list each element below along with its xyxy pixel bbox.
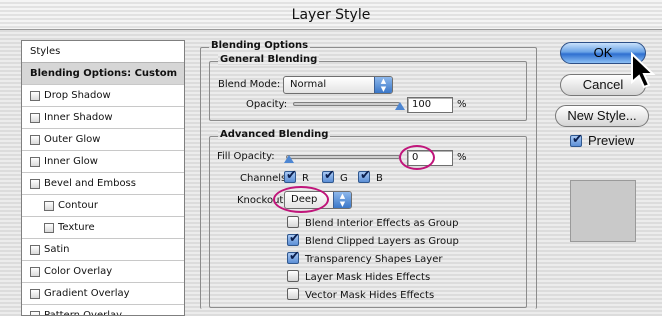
opacity-slider-track[interactable]	[293, 102, 400, 106]
fill-opacity-slider-thumb[interactable]	[284, 155, 294, 163]
channel-b-label: B	[376, 173, 383, 184]
style-item-label: Drop Shadow	[44, 89, 111, 101]
channel-g-checkbox[interactable]: ✔	[322, 168, 335, 183]
style-item-bevel-emboss[interactable]: Bevel and Emboss	[22, 173, 184, 195]
style-item-pattern-overlay[interactable]: Pattern Overlay	[22, 305, 184, 316]
checkbox[interactable]	[30, 178, 40, 189]
transparency-shapes-label: Transparency Shapes Layer	[305, 254, 443, 265]
popup-arrows-icon: ▲ ▼	[374, 77, 392, 93]
style-item-label: Texture	[58, 221, 95, 233]
check-icon: ✔	[572, 132, 583, 147]
blending-options-title: Blending Options	[209, 40, 311, 51]
style-item-label: Inner Shadow	[44, 111, 113, 123]
fill-opacity-highlight-oval	[399, 145, 435, 170]
check-icon: ✔	[360, 168, 371, 183]
blend-mode-popup[interactable]: Normal ▲ ▼	[283, 76, 393, 94]
advanced-blending-title: Advanced Blending	[218, 129, 331, 140]
opacity-slider-thumb[interactable]	[395, 102, 405, 110]
style-item-label: Gradient Overlay	[44, 287, 130, 299]
checkbox[interactable]	[30, 288, 40, 299]
style-item-label: Pattern Overlay	[44, 309, 123, 316]
new-style-button[interactable]: New Style...	[555, 105, 649, 127]
fill-opacity-slider-track[interactable]	[286, 155, 400, 159]
fill-opacity-unit: %	[457, 152, 467, 163]
style-item-gradient-overlay[interactable]: Gradient Overlay	[22, 283, 184, 305]
checkbox[interactable]	[30, 266, 40, 277]
style-item-inner-glow[interactable]: Inner Glow	[22, 151, 184, 173]
style-item-blending-options[interactable]: Blending Options: Custom	[22, 63, 184, 85]
style-item-label: Satin	[44, 243, 70, 255]
preview-label: Preview	[588, 133, 635, 148]
vector-mask-checkbox[interactable]	[287, 288, 299, 300]
channel-r-checkbox[interactable]: ✔	[284, 168, 297, 183]
checkbox[interactable]	[30, 310, 40, 315]
check-icon: ✔	[289, 231, 300, 246]
channel-g-label: G	[340, 173, 348, 184]
style-item-contour[interactable]: Contour	[22, 195, 184, 217]
style-item-label: Blending Options: Custom	[30, 67, 178, 79]
title-bar: Layer Style	[0, 0, 662, 30]
checkbox[interactable]	[30, 244, 40, 255]
check-icon: ✔	[289, 249, 300, 264]
cursor-arrow-icon	[631, 52, 656, 89]
checkbox[interactable]	[30, 112, 40, 123]
checkbox[interactable]	[44, 200, 54, 211]
knockout-highlight-oval	[273, 186, 329, 213]
style-item-outer-glow[interactable]: Outer Glow	[22, 129, 184, 151]
popup-arrows-icon: ▲ ▼	[333, 192, 351, 208]
blend-clipped-label: Blend Clipped Layers as Group	[305, 236, 459, 247]
checkbox[interactable]	[44, 222, 54, 233]
opacity-field[interactable]: 100	[407, 97, 453, 113]
preview-checkbox[interactable]: ✔	[570, 132, 583, 147]
style-item-label: Outer Glow	[44, 133, 101, 145]
styles-header[interactable]: Styles	[22, 41, 184, 63]
blend-clipped-checkbox[interactable]: ✔	[287, 231, 300, 246]
style-item-inner-shadow[interactable]: Inner Shadow	[22, 107, 184, 129]
style-item-label: Contour	[58, 199, 98, 211]
channel-b-checkbox[interactable]: ✔	[358, 168, 371, 183]
layer-mask-checkbox[interactable]	[287, 270, 299, 282]
window-title: Layer Style	[291, 7, 371, 23]
opacity-label: Opacity:	[246, 99, 288, 110]
style-preview-swatch	[570, 180, 636, 242]
blend-mode-value: Normal	[290, 79, 327, 90]
style-item-label: Inner Glow	[44, 155, 98, 167]
style-item-label: Color Overlay	[44, 265, 113, 277]
style-item-drop-shadow[interactable]: Drop Shadow	[22, 85, 184, 107]
checkbox[interactable]	[30, 156, 40, 167]
fill-opacity-label: Fill Opacity:	[217, 151, 275, 162]
styles-list: Styles Blending Options: Custom Drop Sha…	[21, 40, 185, 316]
layer-mask-label: Layer Mask Hides Effects	[305, 272, 431, 283]
style-item-texture[interactable]: Texture	[22, 217, 184, 239]
checkbox[interactable]	[30, 134, 40, 145]
checkbox[interactable]	[30, 90, 40, 101]
opacity-unit: %	[457, 99, 467, 110]
transparency-shapes-checkbox[interactable]: ✔	[287, 249, 300, 264]
general-blending-title: General Blending	[218, 54, 320, 65]
style-item-satin[interactable]: Satin	[22, 239, 184, 261]
channel-r-label: R	[302, 173, 309, 184]
check-icon: ✔	[324, 168, 335, 183]
style-item-label: Bevel and Emboss	[44, 177, 136, 189]
blend-interior-label: Blend Interior Effects as Group	[305, 218, 459, 229]
vector-mask-label: Vector Mask Hides Effects	[305, 290, 435, 301]
blend-interior-checkbox[interactable]	[287, 216, 299, 228]
check-icon: ✔	[286, 168, 297, 183]
style-item-color-overlay[interactable]: Color Overlay	[22, 261, 184, 283]
channels-label: Channels:	[240, 173, 290, 184]
blend-mode-label: Blend Mode:	[218, 79, 281, 90]
